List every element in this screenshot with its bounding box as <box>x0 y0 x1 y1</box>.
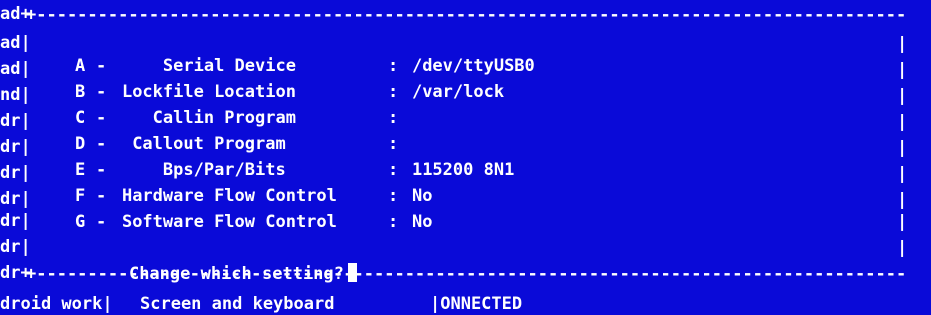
setting-value: No <box>411 212 433 232</box>
setting-row-d[interactable]: D- Callout Program: <box>34 111 412 154</box>
setting-row-b[interactable]: B - Lockfile Location:/var/lock <box>34 59 504 102</box>
setting-row-a[interactable]: A- Serial Device:/dev/ttyUSB0 <box>34 33 535 76</box>
status-segment-state: |ONNECTED <box>430 294 523 314</box>
setting-separator: - <box>95 212 107 232</box>
terminal-window: ad+ ad| ad| nd| dr| dr| dr| dr| dr| dr| … <box>0 0 931 315</box>
dialog-border-right: | <box>897 34 908 54</box>
setting-row-g[interactable]: G - Software Flow Control: No <box>34 189 432 232</box>
dialog-border-right: | <box>897 164 908 184</box>
left-stub: dr| <box>0 137 31 157</box>
status-bar: droid work| Screen and keyboard |ONNECTE… <box>0 293 931 315</box>
setting-row-e[interactable]: E- Bps/Par/Bits:115200 8N1 <box>34 137 514 180</box>
text-cursor <box>347 263 357 282</box>
setting-row-c[interactable]: C- Callin Program: <box>34 85 412 128</box>
dialog-border-right: | <box>897 138 908 158</box>
setting-value: /var/lock <box>411 82 505 102</box>
prompt-line[interactable]: Change which setting? <box>88 241 357 284</box>
left-stub: dr| <box>0 189 31 209</box>
prompt-text: Change which setting? <box>128 264 344 284</box>
setting-colon: : <box>387 212 399 232</box>
dialog-border-right: | <box>897 238 908 258</box>
left-stub: ad| <box>0 59 31 79</box>
dialog-border-right: | <box>897 60 908 80</box>
status-segment-connection: droid work| <box>0 294 113 314</box>
dialog-border-top: +---------------------------------------… <box>26 5 906 25</box>
dialog-border-right: | <box>897 86 908 106</box>
left-stub: nd| <box>0 85 31 105</box>
dialog-border-right: | <box>897 112 908 132</box>
status-segment-terminal: Screen and keyboard <box>140 294 335 314</box>
left-stub: dr| <box>0 163 31 183</box>
left-stub: dr| <box>0 111 31 131</box>
left-stub: dr| <box>0 237 31 257</box>
dialog-border-right: | <box>897 212 908 232</box>
setting-label: Software Flow Control <box>121 212 337 232</box>
setting-row-f[interactable]: F - Hardware Flow Control: No <box>34 163 432 206</box>
left-stub: ad| <box>0 33 31 53</box>
left-stub: dr| <box>0 211 31 231</box>
dialog-border-right: | <box>897 190 908 210</box>
setting-key: G <box>74 212 86 232</box>
